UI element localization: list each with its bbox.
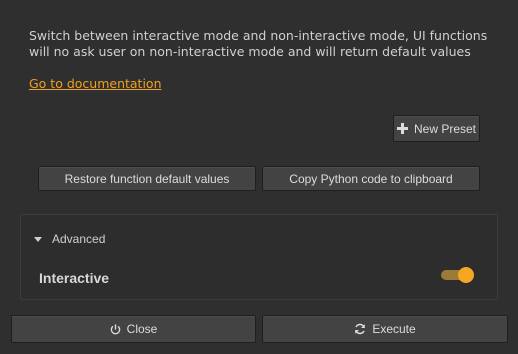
restore-defaults-label: Restore function default values (64, 171, 230, 186)
toggle-knob (458, 267, 474, 283)
copy-python-label: Copy Python code to clipboard (289, 171, 453, 186)
dialog: Switch between interactive mode and non-… (0, 0, 518, 354)
new-preset-button[interactable]: New Preset (393, 115, 480, 142)
interactive-toggle[interactable] (441, 267, 474, 283)
documentation-link[interactable]: Go to documentation (29, 76, 162, 91)
interactive-label: Interactive (39, 270, 110, 286)
new-preset-label: New Preset (413, 121, 477, 136)
triangle-down-icon (34, 236, 42, 242)
advanced-title: Advanced (52, 232, 106, 246)
description-text: Switch between interactive mode and non-… (29, 28, 488, 59)
advanced-header[interactable]: Advanced (34, 232, 105, 246)
restore-defaults-button[interactable]: Restore function default values (38, 166, 256, 191)
execute-label: Execute (372, 322, 416, 336)
plus-icon (396, 123, 408, 134)
power-icon (110, 323, 121, 335)
execute-button[interactable]: Execute (262, 315, 508, 343)
refresh-icon (354, 323, 366, 335)
advanced-section: Advanced Interactive (20, 214, 498, 300)
close-label: Close (126, 322, 158, 336)
copy-python-button[interactable]: Copy Python code to clipboard (262, 166, 480, 191)
close-button[interactable]: Close (11, 315, 256, 343)
